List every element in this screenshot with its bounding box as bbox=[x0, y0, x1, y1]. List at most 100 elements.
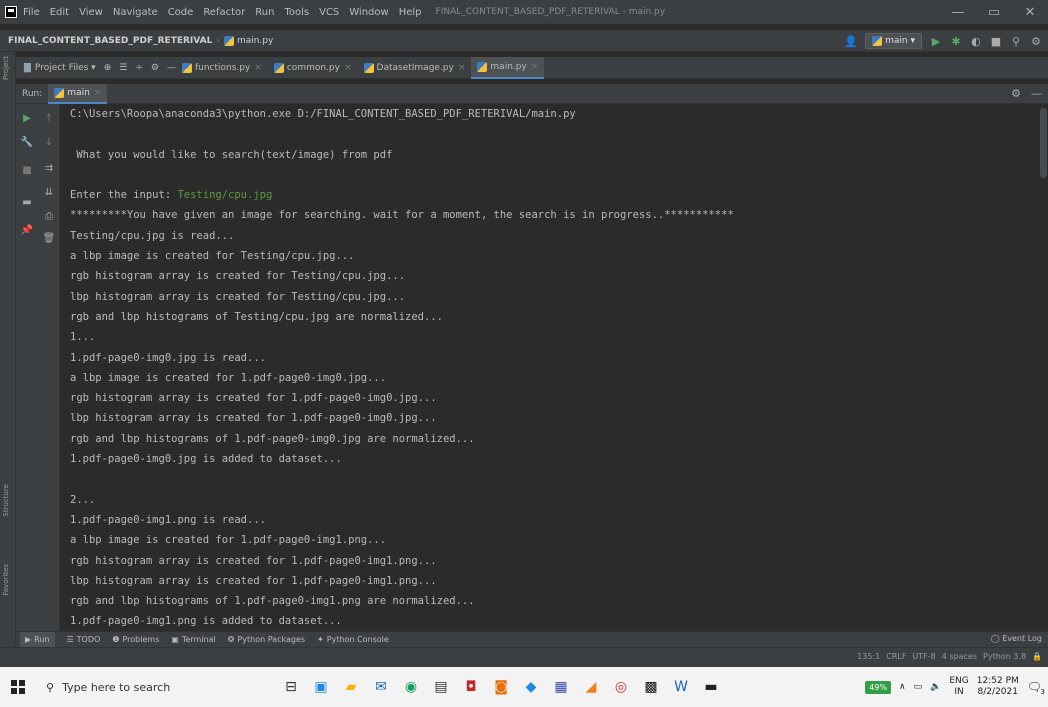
minimize-button[interactable]: — bbox=[940, 0, 976, 24]
tab-common-py[interactable]: common.py × bbox=[268, 57, 358, 79]
run-tool-label: Run bbox=[34, 635, 50, 644]
edge-icon[interactable]: ◉ bbox=[398, 674, 424, 700]
close-tab-icon[interactable]: × bbox=[531, 62, 539, 72]
app-icon[interactable]: ▣ bbox=[308, 674, 334, 700]
python-interpreter[interactable]: Python 3.8 bbox=[983, 652, 1026, 661]
chevron-up-icon[interactable]: ∧ bbox=[899, 682, 906, 692]
maximize-button[interactable]: ▭ bbox=[976, 0, 1012, 24]
layout-icon[interactable]: ▬ bbox=[21, 196, 33, 208]
debug-icon[interactable]: ✱ bbox=[950, 35, 962, 48]
problems-tool-button[interactable]: ❶ Problems bbox=[112, 635, 159, 644]
hide-panel-icon[interactable]: — bbox=[1031, 87, 1042, 100]
breadcrumb-project[interactable]: FINAL_CONTENT_BASED_PDF_RETERIVAL bbox=[8, 36, 212, 46]
project-tool-tab[interactable]: Project bbox=[2, 56, 10, 80]
expand-all-icon[interactable]: ÷ bbox=[135, 63, 143, 73]
settings-icon[interactable]: ⚙ bbox=[1030, 35, 1042, 48]
lock-icon[interactable]: 🔒 bbox=[1032, 652, 1042, 661]
language-indicator[interactable]: ENG IN bbox=[949, 676, 968, 698]
stop-icon[interactable]: ■ bbox=[21, 164, 33, 176]
collapse-all-icon[interactable]: ☰ bbox=[119, 63, 127, 73]
project-files-dropdown[interactable]: ▇ Project Files ▾ bbox=[24, 63, 96, 73]
event-log-button[interactable]: ◯ Event Log bbox=[991, 634, 1042, 643]
coverage-icon[interactable]: ◐ bbox=[970, 35, 982, 48]
menu-vcs[interactable]: VCS bbox=[319, 7, 339, 18]
indent-setting[interactable]: 4 spaces bbox=[942, 652, 977, 661]
store-icon[interactable]: ▤ bbox=[428, 674, 454, 700]
tab-main-py[interactable]: main.py × bbox=[471, 56, 545, 79]
clock[interactable]: 12:52 PM 8/2/2021 bbox=[977, 676, 1019, 698]
todo-tool-button[interactable]: ☰ TODO bbox=[67, 635, 101, 644]
menu-window[interactable]: Window bbox=[349, 7, 388, 18]
app-icon[interactable]: ◆ bbox=[518, 674, 544, 700]
soft-wrap-icon[interactable]: ⇉ bbox=[43, 162, 55, 174]
mail-icon[interactable]: ✉ bbox=[368, 674, 394, 700]
network-icon[interactable]: ▭ bbox=[914, 682, 923, 692]
menu-view[interactable]: View bbox=[79, 7, 103, 18]
hide-panel-icon[interactable]: — bbox=[167, 63, 176, 73]
run-tool-button[interactable]: ▶ Run bbox=[20, 631, 55, 648]
print-icon[interactable]: ⎙ bbox=[43, 210, 55, 222]
file-explorer-icon[interactable]: ▰ bbox=[338, 674, 364, 700]
scrollbar-thumb[interactable] bbox=[1040, 108, 1047, 178]
close-tab-icon[interactable]: × bbox=[458, 63, 466, 73]
up-arrow-icon[interactable]: ↑ bbox=[43, 112, 55, 124]
menu-tools[interactable]: Tools bbox=[284, 7, 309, 18]
tab-functions-py[interactable]: functions.py × bbox=[176, 57, 268, 79]
gear-icon[interactable]: ⚙ bbox=[1011, 87, 1021, 100]
app-icon[interactable]: ▦ bbox=[548, 674, 574, 700]
run-icon[interactable]: ▶ bbox=[930, 35, 942, 48]
app-icon[interactable]: ◢ bbox=[578, 674, 604, 700]
run-tab-main[interactable]: main × bbox=[48, 83, 108, 104]
python-packages-tool-button[interactable]: ❂ Python Packages bbox=[228, 635, 305, 644]
line-separator[interactable]: CRLF bbox=[886, 652, 906, 661]
menu-edit[interactable]: Edit bbox=[50, 7, 69, 18]
menu-refactor[interactable]: Refactor bbox=[203, 7, 245, 18]
scroll-to-end-icon[interactable]: ⇊ bbox=[43, 186, 55, 198]
battery-indicator[interactable]: 49% bbox=[865, 680, 892, 694]
taskbar-search[interactable]: ⚲ Type here to search bbox=[36, 667, 276, 707]
start-button[interactable] bbox=[0, 667, 36, 707]
user-icon[interactable]: 👤 bbox=[844, 35, 858, 48]
caret-position[interactable]: 135:1 bbox=[857, 652, 880, 661]
run-configuration-select[interactable]: main ▾ bbox=[865, 33, 922, 49]
app-icon[interactable]: ◘ bbox=[458, 674, 484, 700]
terminal-tool-button[interactable]: ▣ Terminal bbox=[171, 635, 215, 644]
locate-icon[interactable]: ⊕ bbox=[104, 63, 112, 73]
app-icon[interactable]: ▬ bbox=[698, 674, 724, 700]
search-icon[interactable]: ⚲ bbox=[1010, 35, 1022, 48]
down-arrow-icon[interactable]: ↓ bbox=[43, 136, 55, 148]
close-tab-icon[interactable]: × bbox=[254, 63, 262, 73]
rerun-icon[interactable]: ▶ bbox=[21, 112, 33, 124]
trash-icon[interactable]: 🗑 bbox=[43, 232, 56, 244]
menu-help[interactable]: Help bbox=[399, 7, 422, 18]
menu-file[interactable]: File bbox=[23, 7, 40, 18]
word-icon[interactable]: W bbox=[668, 674, 694, 700]
close-button[interactable]: ✕ bbox=[1012, 0, 1048, 24]
gear-icon[interactable]: ⚙ bbox=[151, 63, 159, 73]
file-encoding[interactable]: UTF-8 bbox=[912, 652, 935, 661]
tab-datasetimage-py[interactable]: DatasetImage.py × bbox=[358, 57, 472, 79]
breadcrumb-file[interactable]: main.py bbox=[237, 36, 273, 46]
wrench-icon[interactable]: 🔧 bbox=[21, 136, 33, 148]
task-view-icon[interactable]: ⊟ bbox=[278, 674, 304, 700]
structure-tool-tab[interactable]: Structure bbox=[2, 484, 10, 517]
stop-icon[interactable]: ■ bbox=[990, 35, 1002, 48]
notification-center[interactable]: 🗨 3 bbox=[1027, 680, 1045, 696]
volume-icon[interactable]: 🔈 bbox=[930, 682, 941, 692]
pin-icon[interactable]: 📌 bbox=[21, 224, 33, 236]
tab-label: DatasetImage.py bbox=[376, 62, 454, 73]
console-scrollbar[interactable] bbox=[1039, 104, 1048, 631]
python-console-tool-button[interactable]: ✦ Python Console bbox=[317, 635, 389, 644]
chrome-icon[interactable]: ◎ bbox=[608, 674, 634, 700]
console-output[interactable]: C:\Users\Roopa\anaconda3\python.exe D:/F… bbox=[60, 104, 1038, 631]
console-line: lbp histogram array is created for Testi… bbox=[70, 290, 406, 303]
app-icon[interactable]: ◙ bbox=[488, 674, 514, 700]
python-file-icon bbox=[223, 35, 234, 46]
pycharm-icon[interactable]: ▩ bbox=[638, 674, 664, 700]
close-tab-icon[interactable]: × bbox=[344, 63, 352, 73]
menu-navigate[interactable]: Navigate bbox=[113, 7, 158, 18]
close-tab-icon[interactable]: × bbox=[94, 88, 102, 98]
menu-code[interactable]: Code bbox=[168, 7, 194, 18]
menu-run[interactable]: Run bbox=[255, 7, 274, 18]
favorites-tool-tab[interactable]: Favorites bbox=[2, 564, 10, 596]
